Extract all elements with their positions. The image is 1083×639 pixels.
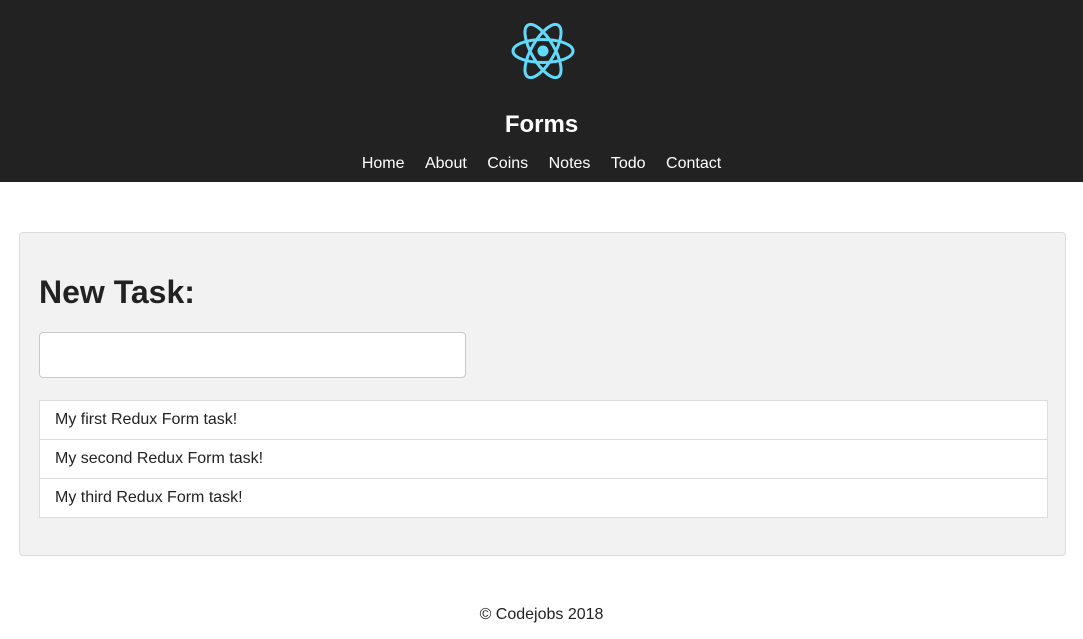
nav-link-coins[interactable]: Coins xyxy=(487,155,528,172)
footer-copyright: © Codejobs 2018 xyxy=(479,606,604,623)
nav-link-notes[interactable]: Notes xyxy=(549,155,591,172)
react-atom-icon xyxy=(511,22,575,80)
task-list-item: My second Redux Form task! xyxy=(40,439,1047,478)
main-nav: Home About Coins Notes Todo Contact xyxy=(0,154,1083,174)
nav-link-todo[interactable]: Todo xyxy=(611,155,646,172)
nav-link-home[interactable]: Home xyxy=(362,155,405,172)
task-list-item: My third Redux Form task! xyxy=(40,478,1047,517)
new-task-heading: New Task: xyxy=(39,274,195,310)
nav-link-contact[interactable]: Contact xyxy=(666,155,721,172)
new-task-panel: New Task: My first Redux Form task! My s… xyxy=(19,232,1066,556)
app-title: Forms xyxy=(504,111,579,138)
new-task-input[interactable] xyxy=(39,332,466,378)
task-list: My first Redux Form task! My second Redu… xyxy=(39,400,1048,518)
nav-link-about[interactable]: About xyxy=(425,155,467,172)
task-list-item: My first Redux Form task! xyxy=(55,411,238,428)
app-header: Forms Home About Coins Notes Todo Contac… xyxy=(0,0,1083,182)
